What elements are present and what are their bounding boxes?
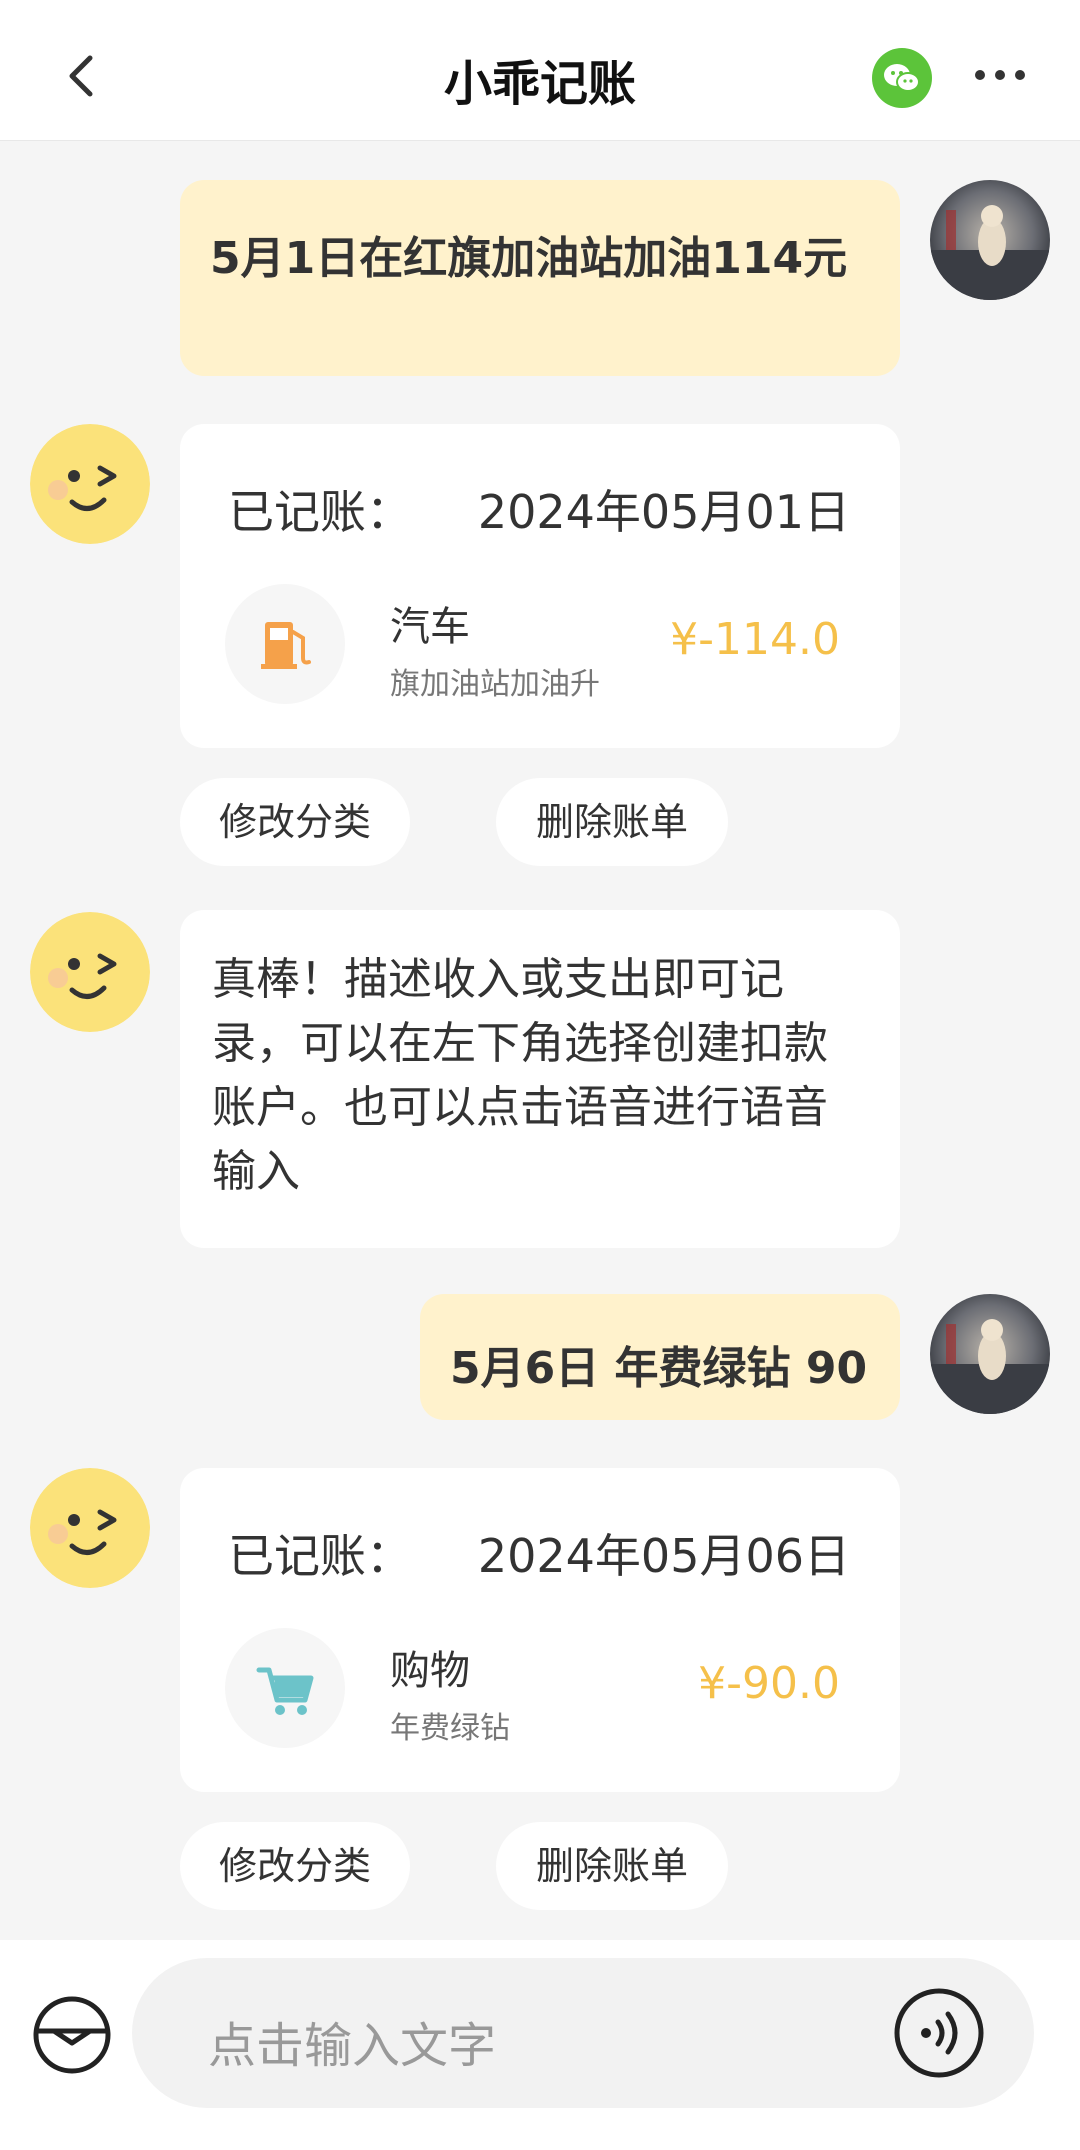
category-name: 汽车 [390,604,470,650]
bot-avatar [30,1468,150,1588]
voice-icon [894,1988,984,2078]
record-amount: ¥-114.0 [670,614,840,665]
category-icon-wrap [225,584,345,704]
record-card: 已记账： 2024年05月06日 购物 年费绿钻 ¥-90.0 [180,1468,900,1792]
edit-category-button[interactable]: 修改分类 [180,1822,410,1910]
wink-face-icon [30,912,150,1032]
user-message-text: 5月1日在红旗加油站加油114元 [210,233,848,284]
user-avatar[interactable] [930,180,1050,300]
input-bar: 点击输入文字 [0,1940,1080,2150]
fuel-pump-icon [261,622,311,669]
user-avatar-image [930,1294,1050,1414]
shopping-cart-icon [256,1667,314,1715]
record-date: 2024年05月06日 [477,1529,850,1583]
bot-message-text: 真棒！描述收入或支出即可记录，可以在左下角选择创建扣款账户。也可以点击语音进行语… [212,954,828,1197]
category-icon-wrap [225,1628,345,1748]
record-description: 年费绿钻 [390,1711,510,1746]
top-bar: 小乖记账 [0,0,1080,141]
record-card: 已记账： 2024年05月01日 汽车 旗加油站加油升 ¥-114.0 [180,424,900,748]
wallet-icon [33,1996,111,2074]
edit-category-button[interactable]: 修改分类 [180,778,410,866]
more-options-button[interactable] [970,60,1030,90]
user-avatar-image [930,180,1050,300]
wink-face-icon [30,424,150,544]
voice-input-button[interactable] [892,1986,986,2080]
user-message-text: 5月6日 年费绿钻 90 [450,1343,868,1394]
wink-face-icon [30,1468,150,1588]
user-message-bubble: 5月1日在红旗加油站加油114元 [180,180,900,376]
record-amount: ¥-90.0 [698,1658,840,1709]
message-input[interactable]: 点击输入文字 [132,1958,1034,2108]
wechat-icon [884,64,920,92]
record-date: 2024年05月01日 [477,485,850,539]
record-description: 旗加油站加油升 [390,667,600,702]
account-select-button[interactable] [32,1995,112,2075]
bot-avatar [30,912,150,1032]
user-avatar[interactable] [930,1294,1050,1414]
more-dots-icon [975,70,1025,80]
category-name: 购物 [390,1648,470,1694]
wechat-button[interactable] [872,48,932,108]
user-message-bubble: 5月6日 年费绿钻 90 [420,1294,900,1420]
delete-bill-button[interactable]: 删除账单 [496,1822,728,1910]
record-label: 已记账： [228,1529,412,1583]
delete-bill-button[interactable]: 删除账单 [496,778,728,866]
bot-avatar [30,424,150,544]
bot-message-bubble: 真棒！描述收入或支出即可记录，可以在左下角选择创建扣款账户。也可以点击语音进行语… [180,910,900,1248]
input-placeholder: 点击输入文字 [208,2018,497,2074]
record-label: 已记账： [228,485,412,539]
